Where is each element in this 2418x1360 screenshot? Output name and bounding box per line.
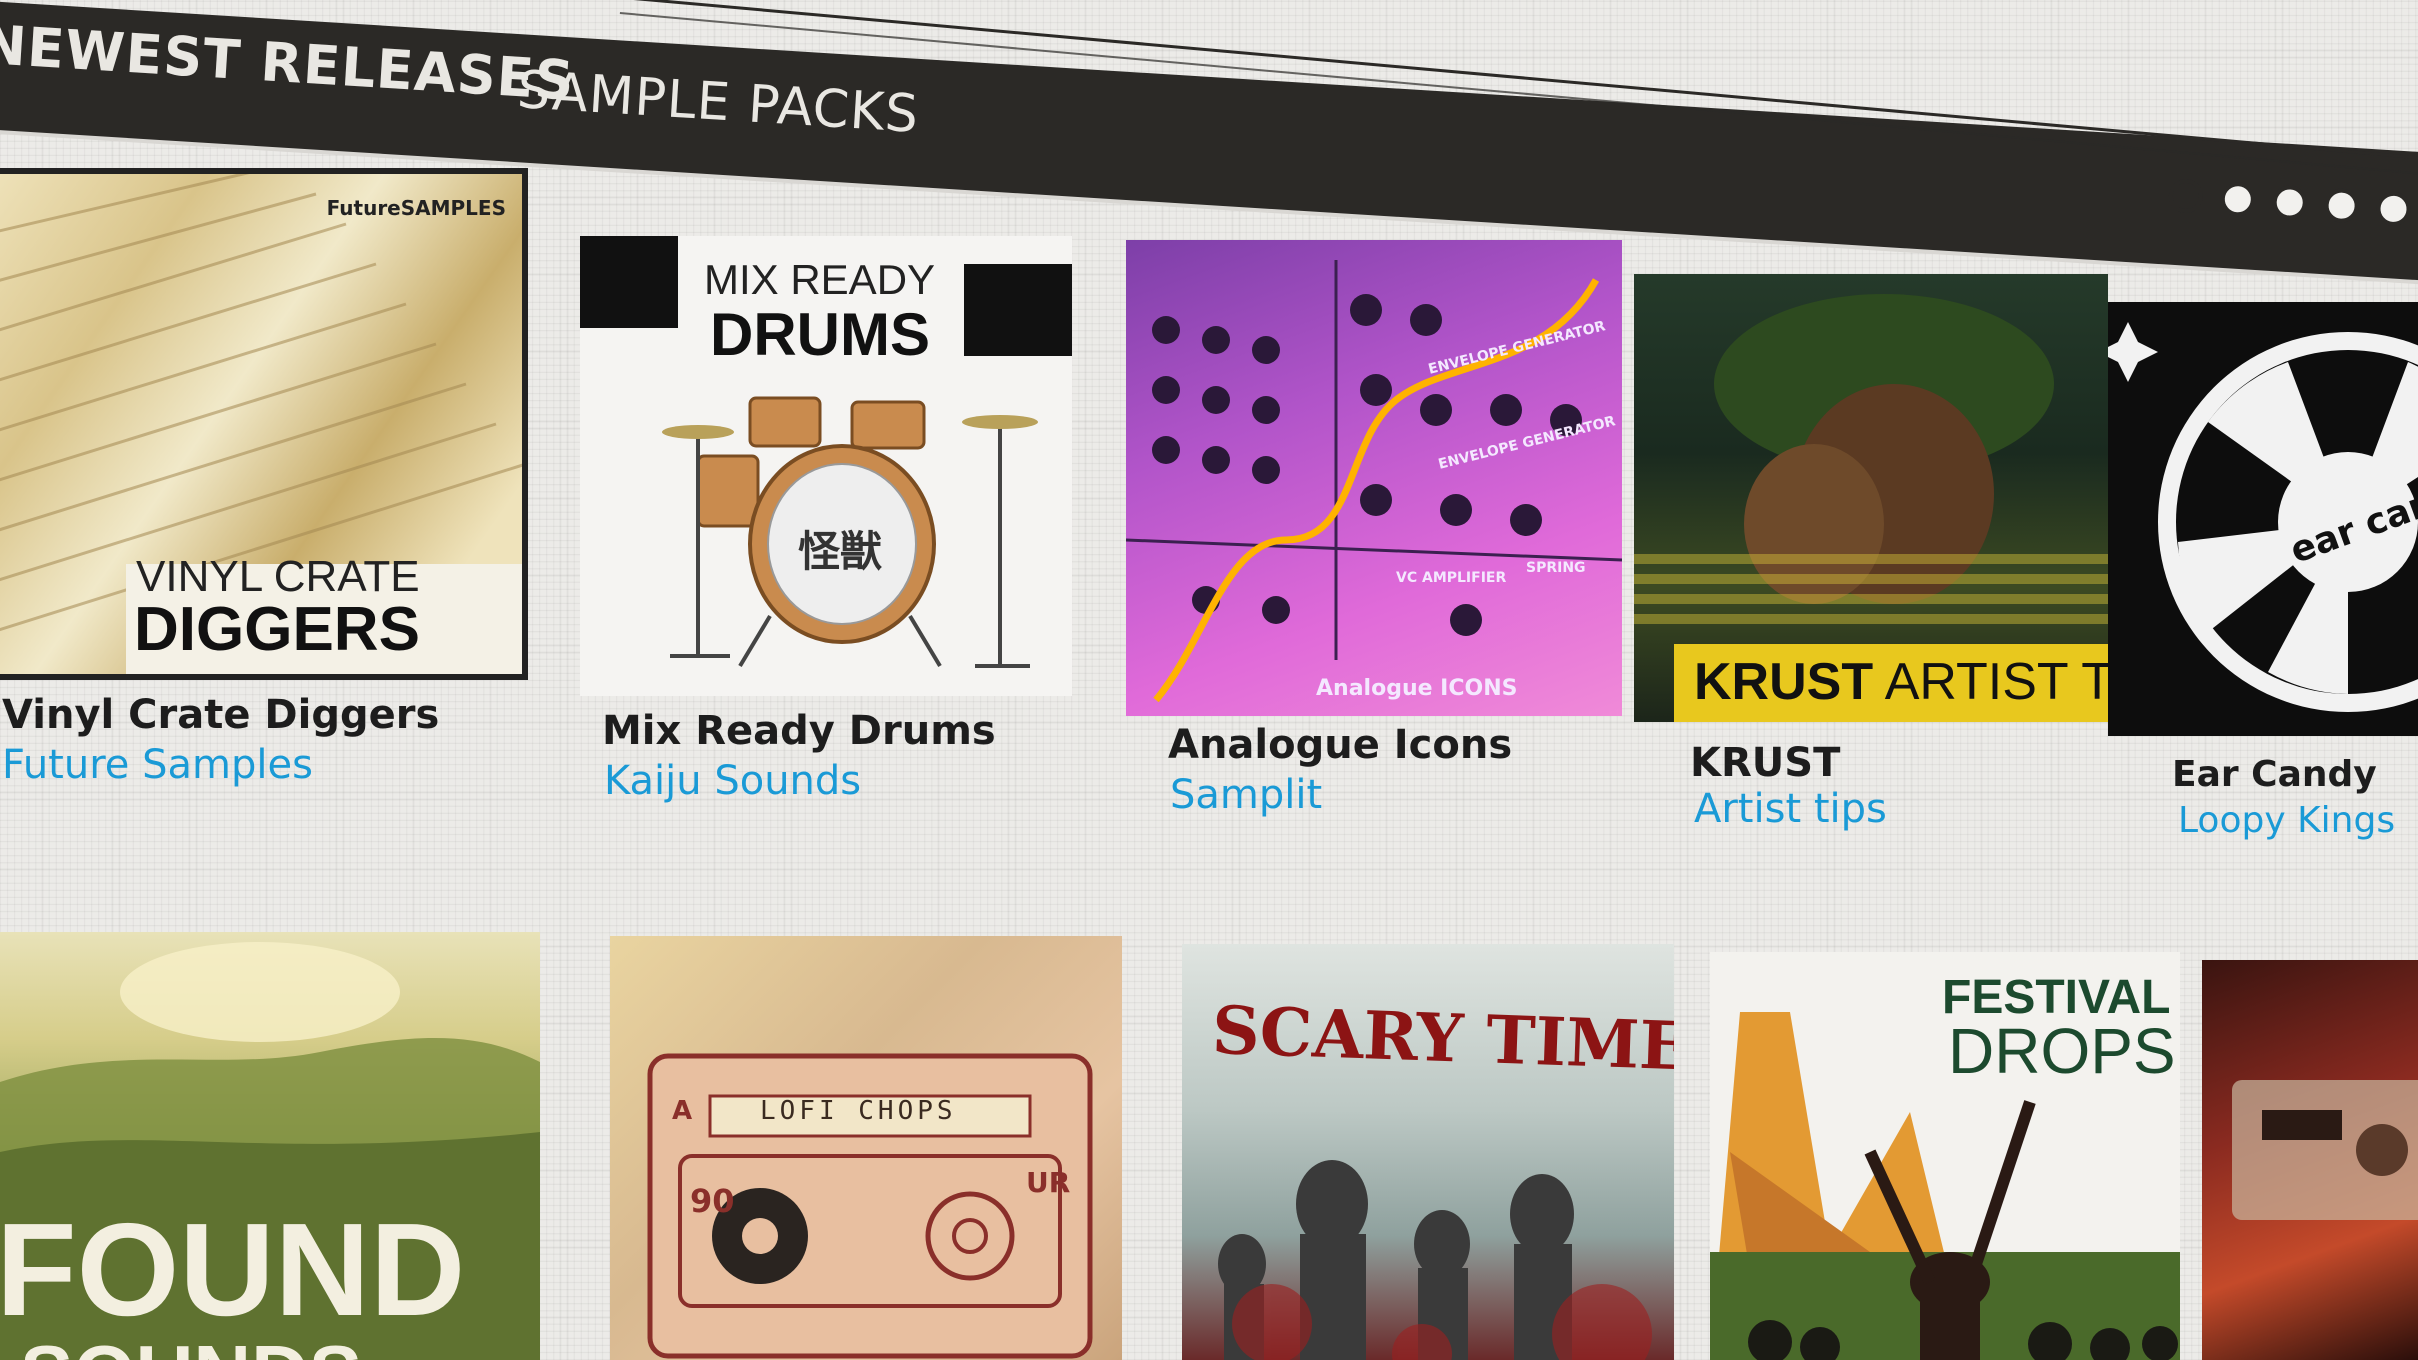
release-label[interactable]: Samplit <box>1170 772 1322 818</box>
pager-dot-5[interactable] <box>2375 190 2412 227</box>
cover-mix-ready-drums[interactable]: MIX READY DRUMS 怪獣 <box>580 236 1072 696</box>
cover-partial[interactable] <box>2202 960 2418 1360</box>
cover-festival-drops[interactable]: FESTIVAL DROPS <box>1710 952 2180 1360</box>
cover-brand: FutureSAMPLES <box>326 196 506 220</box>
release-title[interactable]: Mix Ready Drums <box>602 708 996 754</box>
panel-label-4: SPRING <box>1526 560 1586 576</box>
tape-brand: UR <box>1026 1166 1071 1199</box>
pager-dot-4[interactable] <box>2323 187 2360 224</box>
gear-art <box>2232 1080 2418 1220</box>
tape-length: 90 <box>690 1182 735 1220</box>
cover-krust[interactable]: KRUST ARTIST TIPS <box>1634 274 2108 722</box>
release-title[interactable]: Ear Candy <box>2172 754 2377 795</box>
tape-side: A <box>672 1096 693 1126</box>
cover-ear-candy[interactable]: ear candy <box>2108 302 2418 736</box>
release-title[interactable]: Vinyl Crate Diggers <box>2 692 439 738</box>
cover-line2: DROPS <box>1948 1015 2176 1087</box>
pager-dot-3[interactable] <box>2271 184 2308 221</box>
release-label[interactable]: Future Samples <box>2 742 313 788</box>
cover-scary-times[interactable]: SCARY TIMES <box>1182 944 1674 1360</box>
cassette-art <box>647 1053 1093 1359</box>
cover-lofi-chops[interactable]: LOFI CHOPS A 90 UR <box>610 936 1122 1360</box>
release-title[interactable]: Analogue Icons <box>1168 722 1512 768</box>
release-label[interactable]: Kaiju Sounds <box>604 758 861 804</box>
release-label[interactable]: Artist tips <box>1694 786 1887 832</box>
release-title[interactable]: KRUST <box>1690 740 1840 786</box>
cover-title-bold: KRUST ARTIST TIPS <box>1694 652 2108 712</box>
cover-vinyl-crate-diggers[interactable]: FutureSAMPLES VINYL CRATE DIGGERS <box>0 168 528 680</box>
cover-title-rest-text: ARTIST TIPS <box>1884 653 2108 711</box>
cover-found-sounds[interactable]: FOUND SOUNDS <box>0 932 540 1360</box>
panel-label-3: VC AMPLIFIER <box>1396 570 1507 586</box>
cover-caption: Analogue ICONS <box>1316 676 1518 701</box>
cover-analogue-icons[interactable]: ENVELOPE GENERATOR ENVELOPE GENERATOR VC… <box>1126 240 1622 716</box>
pager-dot-2[interactable] <box>2219 181 2256 218</box>
header-subtitle[interactable]: SAMPLE PACKS <box>516 60 921 145</box>
cover-line2: DIGGERS <box>134 595 420 664</box>
synth-panel-art <box>1126 260 1622 703</box>
cover-title-bold-text: KRUST <box>1694 653 1874 711</box>
header-title: NEWEST RELEASES <box>0 12 577 113</box>
drum-kit-art <box>662 396 1038 668</box>
cover-text2: SOUNDS <box>20 1328 362 1360</box>
pager-dot-1[interactable] <box>2167 178 2204 215</box>
release-label[interactable]: Loopy Kings <box>2178 800 2395 841</box>
drum-glyph: 怪獣 <box>798 527 883 576</box>
cover-text: FOUND <box>0 1196 466 1343</box>
cover-text: LOFI CHOPS <box>760 1096 957 1126</box>
